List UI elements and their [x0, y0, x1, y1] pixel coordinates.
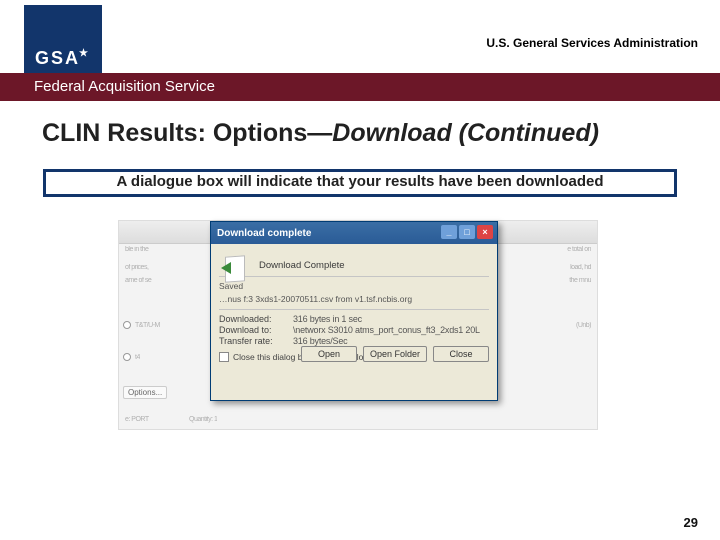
dialog-row-key: Transfer rate:: [219, 336, 293, 346]
close-button[interactable]: Close: [433, 346, 489, 362]
dialog-row: Download to: \networx S3010 atms_port_co…: [219, 325, 489, 335]
dialog-heading: Download Complete: [259, 260, 489, 271]
bg-text-frag: of prices,: [125, 264, 175, 271]
dialog-title-text: Download complete: [217, 228, 311, 239]
dialog-row: Transfer rate: 316 bytes/Sec: [219, 336, 489, 346]
bg-text-frag: (Unb): [576, 322, 591, 329]
dialog-row-val: 316 bytes/Sec: [293, 336, 347, 346]
dialog-row-key: Downloaded:: [219, 314, 293, 324]
maximize-icon[interactable]: □: [459, 225, 475, 239]
bg-text-frag: the mnu: [541, 277, 591, 284]
open-folder-button[interactable]: Open Folder: [363, 346, 427, 362]
dialog-action-row: Open Open Folder Close: [301, 346, 489, 362]
bg-radio: [123, 353, 131, 361]
minimize-icon[interactable]: _: [441, 225, 457, 239]
download-complete-dialog: Download complete _ □ × Download Complet…: [210, 221, 498, 401]
bg-text-frag: ble in the: [125, 246, 175, 253]
bg-text-frag: ame of se: [125, 277, 175, 284]
maroon-bar-text: Federal Acquisition Service: [34, 78, 215, 95]
dialog-separator: [219, 309, 489, 310]
body-callout-text: A dialogue box will indicate that your r…: [52, 172, 668, 192]
dialog-title-bar: Download complete _ □ ×: [211, 222, 497, 244]
dialog-row-val: \networx S3010 atms_port_conus_ft3_2xds1…: [293, 325, 480, 335]
bg-text-frag: load, hd: [541, 264, 591, 271]
dialog-saved-value: …nus f:3 3xds1-20070511.csv from v1.tsf.…: [219, 294, 489, 304]
maroon-bar: Federal Acquisition Service: [0, 73, 720, 101]
checkbox-icon[interactable]: [219, 352, 229, 362]
slide-title: CLIN Results: Options—Download (Continue…: [42, 118, 690, 148]
bg-text-frag: e total on: [541, 246, 591, 253]
dialog-window-buttons: _ □ ×: [441, 225, 493, 239]
download-file-icon: [221, 256, 249, 286]
bg-options-button: Options...: [123, 386, 167, 399]
dialog-body: Download Complete Saved …nus f:3 3xds1-2…: [211, 244, 497, 368]
page-number: 29: [684, 515, 698, 530]
header-agency-name: U.S. General Services Administration: [486, 36, 698, 50]
gsa-logo: GSA★: [24, 5, 102, 73]
open-button[interactable]: Open: [301, 346, 357, 362]
bg-text-frag: t4: [135, 354, 140, 361]
gsa-logo-text: GSA★: [35, 48, 91, 69]
bg-radio: [123, 321, 131, 329]
dialog-separator: [219, 276, 489, 277]
dialog-row: Downloaded: 316 bytes in 1 sec: [219, 314, 489, 324]
body-callout-box: A dialogue box will indicate that your r…: [43, 169, 677, 197]
star-icon: ★: [79, 48, 90, 59]
dialog-saved-label: Saved: [219, 281, 489, 291]
bg-text-frag: T&T/U-M: [135, 322, 160, 329]
bg-text-frag: Quantity: 1: [189, 416, 217, 423]
screenshot-area: ble in the e total on of prices, load, h…: [118, 220, 598, 430]
dialog-row-val: 316 bytes in 1 sec: [293, 314, 362, 324]
bg-text-frag: e: PORT: [125, 416, 149, 423]
dialog-row-key: Download to:: [219, 325, 293, 335]
close-icon[interactable]: ×: [477, 225, 493, 239]
